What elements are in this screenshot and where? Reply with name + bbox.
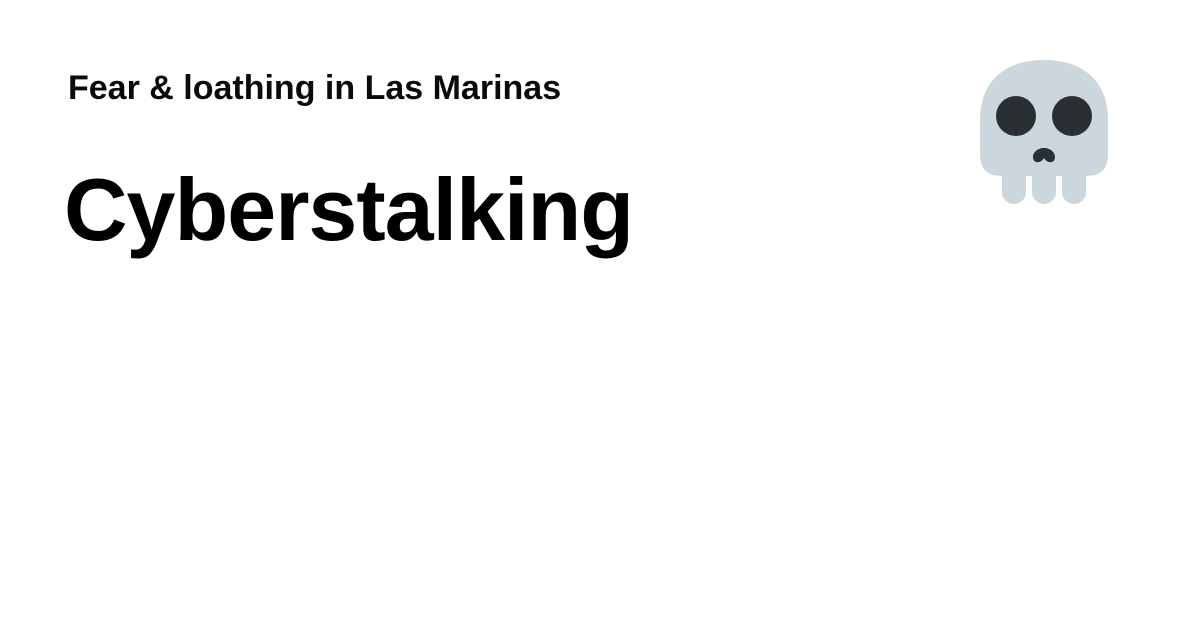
skull-icon — [980, 60, 1108, 204]
social-card: Fear & loathing in Las Marinas Cyberstal… — [0, 0, 1200, 630]
site-name: Fear & loathing in Las Marinas — [68, 69, 562, 107]
page-title: Cyberstalking — [64, 160, 634, 259]
